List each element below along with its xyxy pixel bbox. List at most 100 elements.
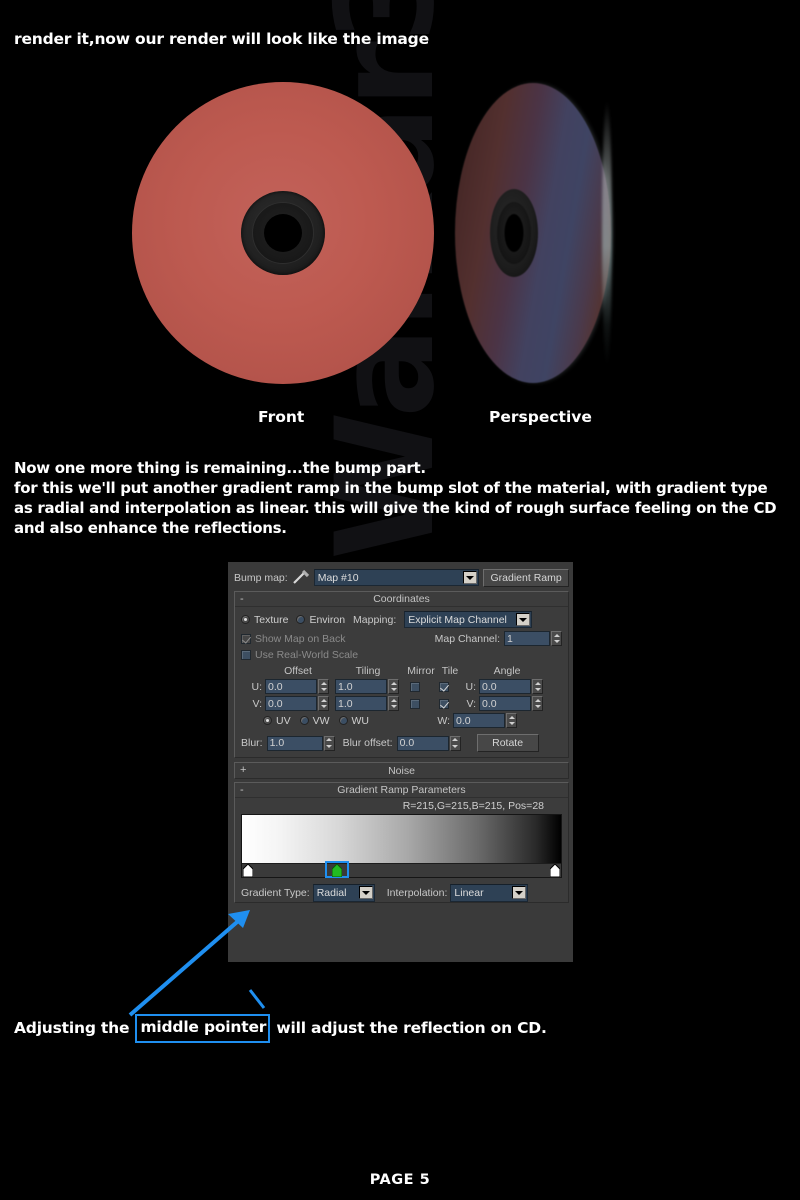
- tile-u-checkbox[interactable]: [439, 681, 449, 692]
- use-real-world-scale-checkbox[interactable]: [241, 650, 251, 660]
- blur-value[interactable]: 1.0: [266, 735, 323, 751]
- gradient-ramp-rollout-toggle[interactable]: -: [240, 784, 244, 796]
- mirror-u-checkbox[interactable]: [410, 681, 420, 692]
- angle-v-spinner[interactable]: 0.0: [479, 696, 543, 711]
- caption-before: Adjusting the: [14, 1019, 135, 1038]
- uvw-radio-wu[interactable]: WU: [338, 714, 370, 727]
- angle-v-stepper[interactable]: [532, 696, 543, 711]
- uvw-row-u: U: 0.0 1.0 U: 0.0: [241, 679, 562, 694]
- coordinates-rollout-toggle[interactable]: -: [240, 593, 244, 605]
- noise-rollout[interactable]: + Noise: [234, 762, 569, 779]
- coordinates-rollout-title: Coordinates: [373, 593, 430, 605]
- tiling-u-stepper[interactable]: [388, 679, 399, 694]
- caption-row: Adjusting the middle pointer will adjust…: [14, 1014, 547, 1043]
- tiling-v-value[interactable]: 1.0: [335, 696, 387, 711]
- mirror-v-cell: [399, 698, 431, 709]
- texture-radio[interactable]: Texture: [241, 614, 288, 626]
- gradient-type-combo[interactable]: Radial: [312, 884, 375, 902]
- render-label-perspective: Perspective: [489, 408, 592, 426]
- uvw-grid-headers: Offset Tiling Mirror Tile Angle: [241, 665, 562, 677]
- uvw-radio-vw[interactable]: VW: [299, 714, 330, 727]
- gradient-ramp-body: R=215,G=215,B=215, Pos=28 Gradient Type:…: [235, 798, 568, 902]
- render-label-front: Front: [258, 408, 305, 426]
- tutorial-page: Waikar3d render it,now our render will l…: [0, 0, 800, 1200]
- angle-w-spinner[interactable]: 0.0: [453, 713, 517, 728]
- blur-row: Blur: 1.0 Blur offset: 0.0 Rotate: [241, 734, 562, 752]
- gradient-flag-middle[interactable]: [332, 864, 342, 877]
- noise-rollout-header[interactable]: + Noise: [235, 763, 568, 778]
- tile-u-cell: [431, 681, 457, 692]
- tiling-u-value[interactable]: 1.0: [335, 679, 387, 694]
- offset-u-stepper[interactable]: [318, 679, 329, 694]
- map-channel-label: Map Channel:: [434, 632, 500, 645]
- coordinates-rollout-header[interactable]: - Coordinates: [235, 592, 568, 607]
- gradient-options-row: Gradient Type: Radial Interpolation: Lin…: [241, 884, 562, 902]
- gradient-ramp-flag-track[interactable]: [242, 861, 561, 878]
- blur-offset-spinner[interactable]: 0.0: [396, 735, 461, 751]
- gradient-ramp-widget[interactable]: [241, 814, 562, 878]
- offset-v-value[interactable]: 0.0: [265, 696, 317, 711]
- chevron-down-icon[interactable]: [463, 571, 478, 584]
- mirror-header: Mirror: [407, 665, 435, 677]
- map-type-button[interactable]: Gradient Ramp: [483, 568, 569, 587]
- map-name-combo[interactable]: Map #10: [313, 569, 480, 586]
- tiling-u-spinner[interactable]: 1.0: [335, 679, 399, 694]
- chevron-down-icon[interactable]: [358, 886, 373, 899]
- blur-offset-stepper[interactable]: [449, 735, 461, 751]
- body-line-1: Now one more thing is remaining...the bu…: [14, 459, 426, 477]
- map-channel-stepper[interactable]: [551, 631, 562, 646]
- texture-radio-label: Texture: [254, 613, 289, 626]
- chevron-down-icon[interactable]: [516, 613, 531, 626]
- chevron-down-icon[interactable]: [512, 886, 527, 899]
- mirror-v-checkbox[interactable]: [410, 698, 420, 709]
- offset-v-stepper[interactable]: [318, 696, 329, 711]
- row-v-axis-label: V:: [252, 697, 262, 710]
- uvw-radio-wu-label: WU: [351, 714, 370, 727]
- uvw-radio-uv[interactable]: UV: [263, 715, 291, 727]
- gradient-flag-right[interactable]: [550, 864, 560, 877]
- gradient-ramp-bar[interactable]: [242, 815, 561, 863]
- uvw-radio-vw-label: VW: [312, 714, 330, 727]
- interpolation-combo[interactable]: Linear: [450, 884, 529, 902]
- eyedropper-icon[interactable]: [292, 570, 310, 585]
- rotate-button[interactable]: Rotate: [476, 734, 539, 752]
- use-real-world-scale-label: Use Real-World Scale: [255, 649, 359, 661]
- bump-map-row: Bump map: Map #10 Gradient Ramp: [228, 562, 573, 588]
- mapping-combo[interactable]: Explicit Map Channel: [404, 611, 533, 628]
- angle-v-value[interactable]: 0.0: [479, 696, 531, 711]
- tile-v-cell: [431, 698, 457, 709]
- cd-perspective-hole: [504, 214, 524, 252]
- tiling-v-spinner[interactable]: 1.0: [335, 696, 399, 711]
- angle-w-stepper[interactable]: [506, 713, 517, 728]
- angle-w-value[interactable]: 0.0: [453, 713, 505, 728]
- tiling-v-stepper[interactable]: [388, 696, 399, 711]
- blur-offset-value[interactable]: 0.0: [396, 735, 449, 751]
- angle-u-value[interactable]: 0.0: [479, 679, 531, 694]
- noise-rollout-toggle[interactable]: +: [240, 764, 246, 776]
- angle-u-stepper[interactable]: [532, 679, 543, 694]
- angle-u-axis-label: U:: [465, 680, 477, 693]
- environ-radio[interactable]: Environ: [296, 614, 345, 626]
- page-heading: render it,now our render will look like …: [14, 30, 429, 48]
- offset-u-spinner[interactable]: 0.0: [265, 679, 329, 694]
- blur-stepper[interactable]: [323, 735, 335, 751]
- show-map-row: Show Map on Back Map Channel: 1: [241, 631, 562, 646]
- tile-v-checkbox[interactable]: [439, 698, 449, 709]
- offset-v-spinner[interactable]: 0.0: [265, 696, 329, 711]
- interpolation-value: Linear: [454, 887, 484, 899]
- page-footer: PAGE 5: [369, 1172, 431, 1188]
- body-line-2: for this we'll put another gradient ramp…: [14, 479, 768, 497]
- map-channel-value[interactable]: 1: [504, 631, 550, 646]
- offset-header: Offset: [284, 665, 312, 677]
- gradient-flag-left[interactable]: [243, 864, 253, 877]
- blur-spinner[interactable]: 1.0: [266, 735, 335, 751]
- gradient-type-value: Radial: [316, 887, 347, 899]
- map-channel-spinner[interactable]: 1: [504, 631, 562, 646]
- angle-u-spinner[interactable]: 0.0: [479, 679, 543, 694]
- mapping-row: Texture Environ Mapping: Explicit Map Ch…: [241, 611, 562, 628]
- show-map-on-back-checkbox[interactable]: [241, 633, 251, 644]
- tiling-header: Tiling: [355, 665, 381, 677]
- map-name-value: Map #10: [317, 571, 359, 584]
- offset-u-value[interactable]: 0.0: [265, 679, 317, 694]
- gradient-ramp-rollout-header[interactable]: - Gradient Ramp Parameters: [235, 783, 568, 798]
